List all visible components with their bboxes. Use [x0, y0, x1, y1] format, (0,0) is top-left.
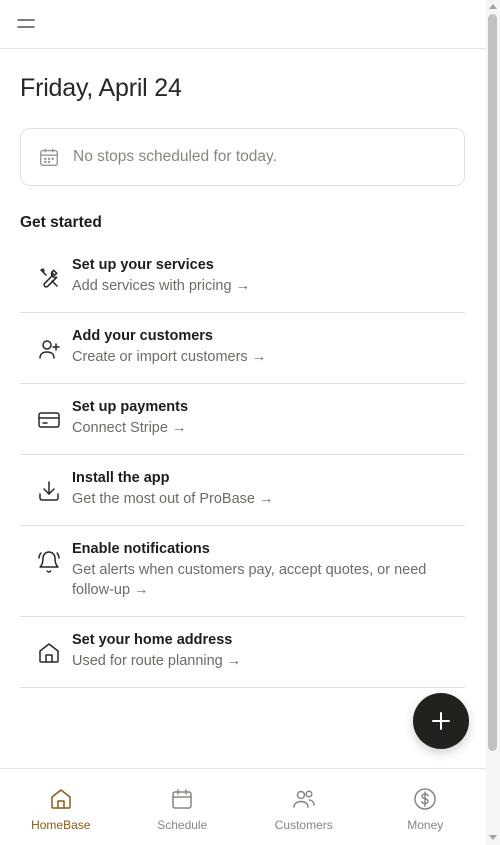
nav-homebase[interactable]: HomeBase — [0, 769, 122, 845]
item-subtitle: Connect Stripe → — [72, 420, 187, 436]
item-title: Set up your services — [72, 257, 214, 273]
item-title: Set your home address — [72, 632, 233, 648]
schedule-empty-card: No stops scheduled for today. — [20, 128, 465, 186]
item-subtitle: Create or import customers → — [72, 349, 267, 365]
page-title: Friday, April 24 — [20, 74, 182, 102]
dollar-icon — [414, 788, 436, 810]
nav-customers[interactable]: Customers — [243, 769, 365, 845]
scroll-up-arrow-icon[interactable] — [489, 4, 497, 9]
home-icon — [51, 789, 71, 809]
calendar-icon — [40, 148, 58, 166]
plus-icon — [432, 712, 450, 730]
item-title: Install the app — [72, 470, 170, 486]
get-started-item-install[interactable]: Install the app Get the most out of ProB… — [20, 455, 465, 526]
item-title: Set up payments — [72, 399, 189, 415]
menu-icon — [17, 19, 35, 28]
add-fab-button[interactable] — [413, 693, 469, 749]
bottom-nav: HomeBase Schedule Customers Money — [0, 768, 486, 845]
scroll-down-arrow-icon[interactable] — [489, 835, 497, 840]
item-subtitle: Used for route planning → — [72, 653, 242, 669]
nav-schedule[interactable]: Schedule — [122, 769, 244, 845]
item-subtitle: Add services with pricing → — [72, 278, 251, 294]
item-title: Add your customers — [72, 328, 213, 344]
get-started-item-services[interactable]: Set up your services Add services with p… — [20, 242, 465, 313]
scrollbar-thumb[interactable] — [488, 14, 497, 751]
schedule-empty-text: No stops scheduled for today. — [73, 148, 277, 165]
download-icon — [39, 481, 59, 501]
get-started-item-home-address[interactable]: Set your home address Used for route pla… — [20, 617, 465, 688]
menu-button[interactable] — [16, 14, 36, 34]
nav-label: Schedule — [157, 818, 208, 832]
add-user-icon — [39, 340, 60, 359]
top-bar — [0, 0, 486, 49]
item-subtitle: Get the most out of ProBase → — [72, 491, 274, 507]
nav-label: HomeBase — [31, 818, 91, 832]
get-started-title: Get started — [20, 214, 102, 231]
bell-icon — [38, 551, 60, 573]
get-started-item-notifications[interactable]: Enable notifications Get alerts when cus… — [20, 526, 465, 617]
nav-label: Customers — [274, 818, 333, 832]
home-icon — [39, 643, 59, 663]
users-icon — [293, 790, 315, 808]
calendar-icon — [172, 789, 192, 809]
get-started-item-customers[interactable]: Add your customers Create or import cust… — [20, 313, 465, 384]
credit-card-icon — [38, 412, 60, 428]
get-started-list: Set up your services Add services with p… — [20, 242, 465, 688]
nav-label: Money — [407, 818, 444, 832]
get-started-item-payments[interactable]: Set up payments Connect Stripe → — [20, 384, 465, 455]
scrollbar[interactable] — [486, 0, 500, 845]
main-content: Friday, April 24 No stops scheduled for … — [20, 49, 465, 688]
item-subtitle: Get alerts when customers pay, accept qu… — [72, 562, 427, 598]
nav-money[interactable]: Money — [365, 769, 487, 845]
tools-icon — [40, 268, 58, 288]
item-title: Enable notifications — [72, 541, 210, 557]
